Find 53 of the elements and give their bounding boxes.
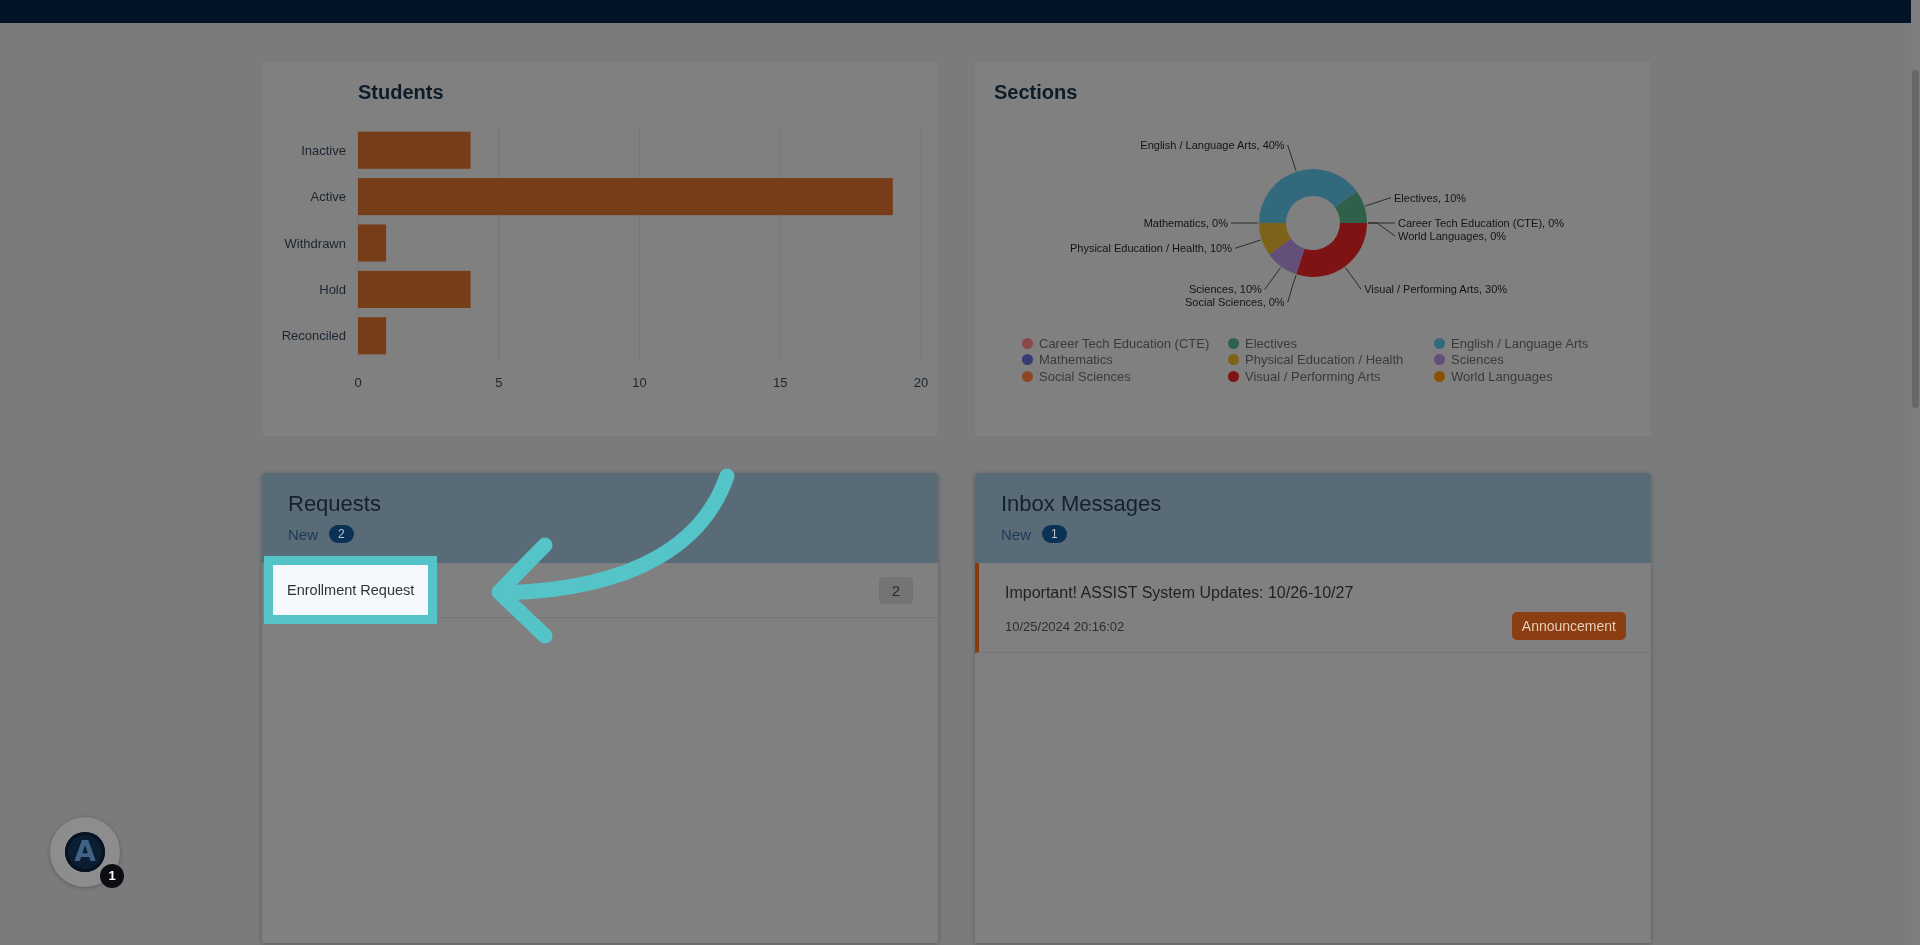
message-subject: Important! ASSIST System Updates: 10/26-10/27 [1005, 583, 1354, 603]
bar [358, 224, 387, 262]
message-item[interactable]: Important! ASSIST System Updates: 10/26-10/27 10/25/2024 20:16:02 Announcement [975, 563, 1651, 653]
message-date: 10/25/2024 20:16:02 [1005, 618, 1125, 634]
data-label: Electives, 10% [1394, 191, 1467, 204]
bar [358, 317, 387, 355]
legend-label: Physical Education / Health [1245, 352, 1404, 368]
leader-line [1344, 267, 1362, 290]
category-tag: Announcement [1511, 612, 1626, 640]
axis-label: Active [310, 189, 346, 205]
data-label: Physical Education / Health, 10% [1069, 242, 1232, 255]
legend-label: Electives [1245, 335, 1298, 351]
tick-label: 5 [495, 375, 503, 390]
data-label: English / Language Arts, 40% [1140, 139, 1285, 151]
count-badge: 2 [878, 576, 913, 604]
data-label: Career Tech Education (CTE), 0% [1398, 217, 1565, 229]
tick-label: 15 [773, 375, 788, 390]
legend-label: Mathematics [1039, 352, 1113, 368]
tick-label: 20 [913, 375, 929, 390]
tick-label: 0 [354, 375, 362, 390]
data-label: World Languages, 0% [1398, 230, 1507, 242]
legend-label: Social Sciences [1039, 368, 1131, 384]
panel-title: Requests [288, 490, 381, 518]
assistant-logo: A [65, 832, 105, 872]
leader-line [1264, 267, 1282, 290]
request-label[interactable]: Enrollment Request [264, 556, 438, 624]
legend-label: Visual / Performing Arts [1245, 368, 1381, 384]
panel-title: Inbox Messages [1001, 490, 1162, 518]
legend-label: Sciences [1451, 352, 1504, 368]
legend-label: English / Language Arts [1451, 335, 1589, 351]
count-badge: 2 [329, 525, 354, 543]
axis-label: Withdrawn [284, 235, 346, 251]
data-label: Sciences, 10% [1189, 283, 1262, 296]
data-label: Mathematics, 0% [1143, 217, 1228, 229]
data-label: Visual / Performing Arts, 30% [1364, 283, 1508, 296]
leader-line [1230, 222, 1259, 224]
axis-label: Reconciled [281, 328, 346, 344]
legend-label: World Languages [1451, 368, 1553, 384]
chart-title: Sections [994, 80, 1078, 105]
notification-badge: 1 [100, 864, 124, 888]
leader-line [1287, 144, 1297, 172]
data-label: Social Sciences, 0% [1185, 296, 1285, 309]
leader-line [1234, 239, 1262, 249]
tick-label: 10 [632, 375, 647, 390]
legend-label: Career Tech Education (CTE) [1039, 335, 1210, 351]
axis-label: Hold [319, 281, 346, 297]
new-label: New [288, 525, 318, 543]
new-label: New [1001, 525, 1031, 543]
leader-line [1287, 274, 1297, 303]
axis-label: Inactive [301, 142, 346, 158]
leader-line [1364, 197, 1392, 207]
count-badge: 1 [1042, 525, 1067, 543]
chart-title: Students [358, 80, 444, 105]
